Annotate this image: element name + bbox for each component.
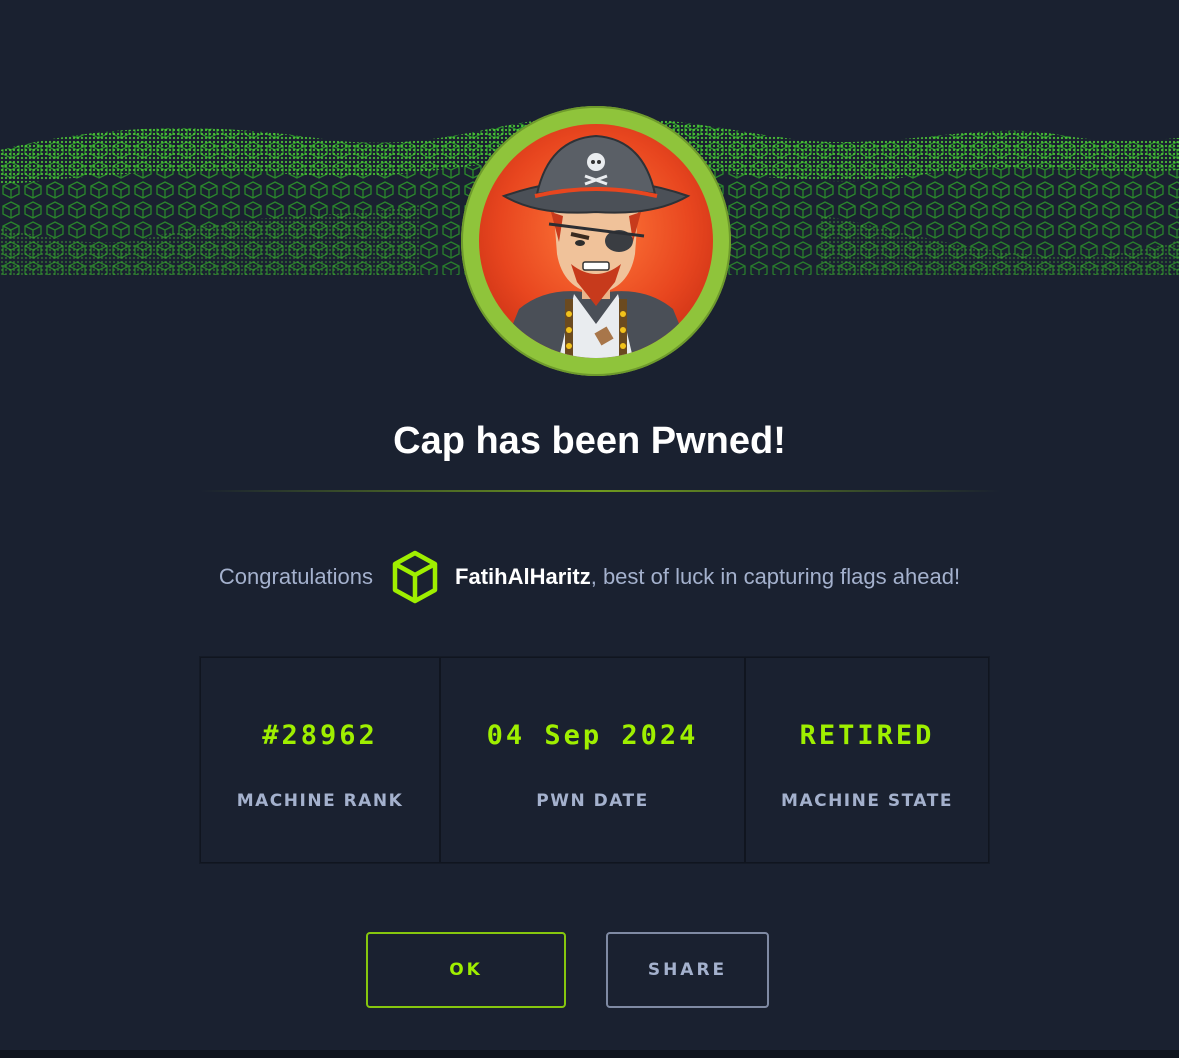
share-button[interactable]: SHARE: [606, 932, 769, 1008]
machine-state-value: RETIRED: [799, 720, 935, 751]
title-divider: [200, 490, 1000, 492]
congrats-suffix: , best of luck in capturing flags ahead!: [590, 564, 961, 589]
congrats-prefix: Congratulations: [218, 564, 374, 589]
cube-icon: [392, 550, 438, 604]
pwned-title: Cap has been Pwned!: [393, 420, 786, 462]
pwned-dialog: Cap has been Pwned! Congratulations Fati…: [0, 0, 1179, 1050]
pwn-date-value: 04 Sep 2024: [486, 720, 699, 751]
stat-machine-state: RETIRED MACHINE STATE: [745, 657, 989, 863]
stat-machine-rank: #28962 MACHINE RANK: [200, 657, 440, 863]
machine-state-label: MACHINE STATE: [781, 791, 953, 811]
bottom-edge: [0, 1050, 1179, 1058]
username-link[interactable]: FatihAlHaritz: [455, 564, 591, 590]
stat-pwn-date: 04 Sep 2024 PWN DATE: [440, 657, 745, 863]
machine-avatar: [461, 106, 731, 376]
pirate-avatar-icon: [479, 124, 713, 358]
congrats-line: Congratulations FatihAlHaritz , best of …: [0, 545, 1179, 609]
ok-button[interactable]: OK: [366, 932, 566, 1008]
machine-rank-label: MACHINE RANK: [236, 791, 404, 811]
stats-grid: #28962 MACHINE RANK 04 Sep 2024 PWN DATE…: [199, 656, 990, 864]
machine-rank-value: #28962: [262, 720, 378, 751]
pwn-date-label: PWN DATE: [536, 791, 649, 811]
